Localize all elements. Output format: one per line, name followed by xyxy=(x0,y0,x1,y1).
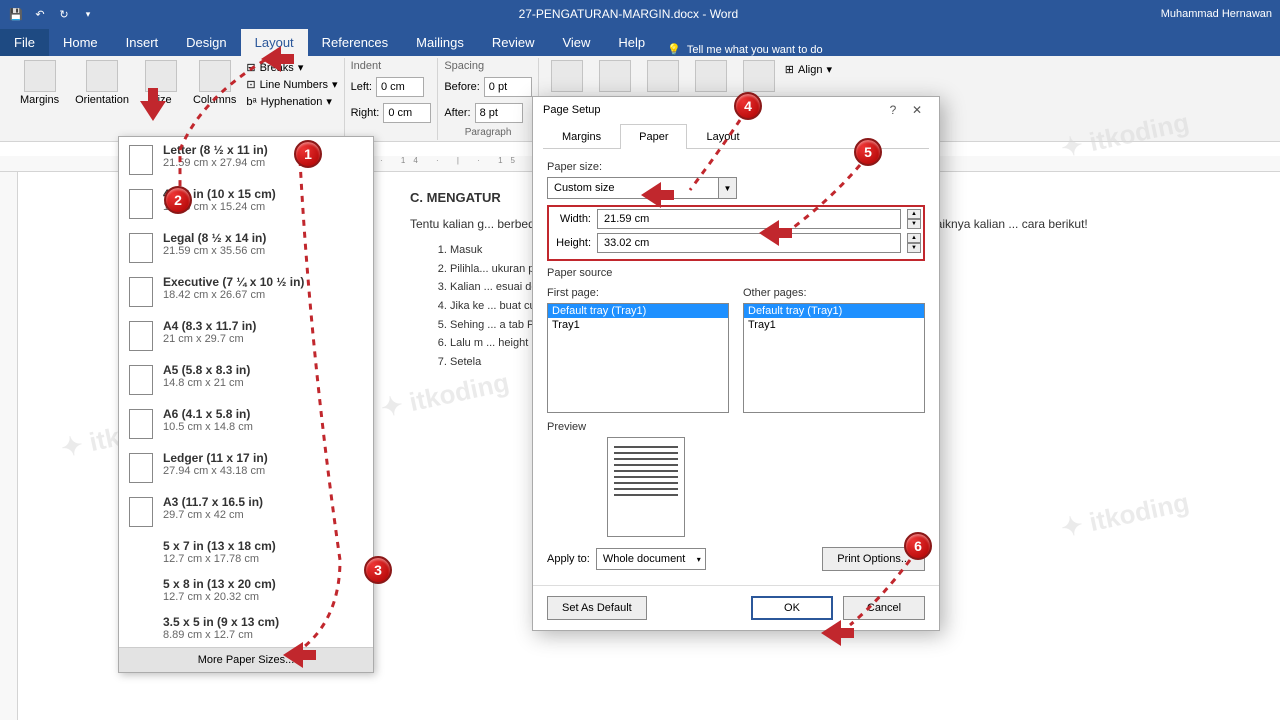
width-label: Width: xyxy=(551,213,591,225)
undo-icon[interactable]: ↶ xyxy=(32,6,48,22)
tab-paper[interactable]: Paper xyxy=(620,124,687,149)
after-label: After: xyxy=(444,107,470,119)
height-down[interactable]: ▼ xyxy=(907,243,921,253)
page-setup-dialog: Page Setup ? ✕ Margins Paper Layout Pape… xyxy=(532,96,940,631)
list-item[interactable]: Tray1 xyxy=(744,318,924,332)
qat-more-icon[interactable]: ▾ xyxy=(80,6,96,22)
menu-references[interactable]: References xyxy=(308,29,402,56)
other-pages-list[interactable]: Default tray (Tray1) Tray1 xyxy=(743,303,925,413)
apply-to-label: Apply to: xyxy=(547,553,590,565)
size-option[interactable]: Legal (8 ½ x 14 in)21.59 cm x 35.56 cm xyxy=(119,225,373,269)
spacing-label: Spacing xyxy=(444,60,484,72)
backward-button[interactable] xyxy=(689,58,733,94)
size-option[interactable]: A5 (5.8 x 8.3 in)14.8 cm x 21 cm xyxy=(119,357,373,401)
margins-button[interactable]: Margins xyxy=(14,58,65,108)
callout-badge-3: 3 xyxy=(364,556,392,584)
menu-view[interactable]: View xyxy=(548,29,604,56)
tab-layout[interactable]: Layout xyxy=(687,124,758,149)
title-bar: 💾 ↶ ↻ ▾ 27-PENGATURAN-MARGIN.docx - Word… xyxy=(0,0,1280,28)
set-default-button[interactable]: Set As Default xyxy=(547,596,647,620)
more-paper-sizes[interactable]: More Paper Sizes... xyxy=(119,647,373,672)
size-option[interactable]: Executive (7 ¼ x 10 ½ in)18.42 cm x 26.6… xyxy=(119,269,373,313)
cancel-button[interactable]: Cancel xyxy=(843,596,925,620)
width-down[interactable]: ▼ xyxy=(907,219,921,229)
redo-icon[interactable]: ↻ xyxy=(56,6,72,22)
size-option[interactable]: Letter (8 ½ x 11 in)21.59 cm x 27.94 cm xyxy=(119,137,373,181)
forward-button[interactable] xyxy=(641,58,685,94)
callout-badge-5: 5 xyxy=(854,138,882,166)
list-item[interactable]: Tray1 xyxy=(548,318,728,332)
tab-margins[interactable]: Margins xyxy=(543,124,620,149)
save-icon[interactable]: 💾 xyxy=(8,6,24,22)
first-page-label: First page: xyxy=(547,287,729,299)
first-page-list[interactable]: Default tray (Tray1) Tray1 xyxy=(547,303,729,413)
line-numbers-button[interactable]: ⊡ Line Numbers ▾ xyxy=(246,77,337,92)
before-label: Before: xyxy=(444,81,479,93)
columns-button[interactable]: Columns xyxy=(187,58,242,108)
vertical-ruler xyxy=(0,172,18,720)
menu-review[interactable]: Review xyxy=(478,29,549,56)
bulb-icon: 💡 xyxy=(667,43,681,56)
height-up[interactable]: ▲ xyxy=(907,233,921,243)
size-option[interactable]: Ledger (11 x 17 in)27.94 cm x 43.18 cm xyxy=(119,445,373,489)
menu-bar: File Home Insert Design Layout Reference… xyxy=(0,28,1280,56)
after-input[interactable] xyxy=(475,103,523,123)
orientation-button[interactable]: Orientation xyxy=(69,58,135,108)
menu-mailings[interactable]: Mailings xyxy=(402,29,478,56)
ok-button[interactable]: OK xyxy=(751,596,833,620)
user-name: Muhammad Hernawan xyxy=(1161,8,1272,20)
size-option[interactable]: A6 (4.1 x 5.8 in)10.5 cm x 14.8 cm xyxy=(119,401,373,445)
wrap-button[interactable] xyxy=(593,58,637,94)
hyphenation-button[interactable]: bᵃ Hyphenation ▾ xyxy=(246,94,337,109)
height-label: Height: xyxy=(551,237,591,249)
close-icon[interactable]: ✕ xyxy=(905,103,929,117)
width-height-highlight: Width:▲▼ Height:▲▼ xyxy=(547,205,925,261)
width-input[interactable] xyxy=(597,209,901,229)
callout-badge-1: 1 xyxy=(294,140,322,168)
menu-help[interactable]: Help xyxy=(604,29,659,56)
menu-design[interactable]: Design xyxy=(172,29,240,56)
list-item[interactable]: Default tray (Tray1) xyxy=(548,304,728,318)
tell-me[interactable]: Tell me what you want to do xyxy=(687,44,823,56)
size-option[interactable]: A4 (8.3 x 11.7 in)21 cm x 29.7 cm xyxy=(119,313,373,357)
indent-left-label: Left: xyxy=(351,81,372,93)
width-up[interactable]: ▲ xyxy=(907,209,921,219)
before-input[interactable] xyxy=(484,77,532,97)
callout-badge-4: 4 xyxy=(734,92,762,120)
size-option[interactable]: A3 (11.7 x 16.5 in)29.7 cm x 42 cm xyxy=(119,489,373,533)
selection-pane-button[interactable] xyxy=(737,58,781,94)
indent-right-label: Right: xyxy=(351,107,380,119)
menu-insert[interactable]: Insert xyxy=(112,29,173,56)
size-option[interactable]: 3.5 x 5 in (9 x 13 cm)8.89 cm x 12.7 cm xyxy=(119,609,373,647)
document-title: 27-PENGATURAN-MARGIN.docx - Word xyxy=(96,7,1161,21)
paper-size-select[interactable]: Custom size xyxy=(547,177,719,199)
size-option[interactable]: 5 x 8 in (13 x 20 cm)12.7 cm x 20.32 cm xyxy=(119,571,373,609)
apply-to-select[interactable]: Whole document xyxy=(596,548,706,570)
menu-home[interactable]: Home xyxy=(49,29,112,56)
indent-label: Indent xyxy=(351,60,382,72)
height-input[interactable] xyxy=(597,233,901,253)
paper-source-label: Paper source xyxy=(547,267,925,279)
size-dropdown: Letter (8 ½ x 11 in)21.59 cm x 27.94 cm4… xyxy=(118,136,374,673)
position-button[interactable] xyxy=(545,58,589,94)
dialog-title: Page Setup xyxy=(543,104,881,116)
indent-left-input[interactable] xyxy=(376,77,424,97)
menu-file[interactable]: File xyxy=(0,29,49,56)
paper-size-arrow[interactable]: ▼ xyxy=(719,177,737,199)
size-option[interactable]: 5 x 7 in (13 x 18 cm)12.7 cm x 17.78 cm xyxy=(119,533,373,571)
indent-right-input[interactable] xyxy=(383,103,431,123)
size-option[interactable]: 4 x 6 in (10 x 15 cm)10.16 cm x 15.24 cm xyxy=(119,181,373,225)
list-item[interactable]: Default tray (Tray1) xyxy=(744,304,924,318)
preview-page xyxy=(607,437,685,537)
callout-badge-2: 2 xyxy=(164,186,192,214)
help-icon[interactable]: ? xyxy=(881,103,905,117)
callout-badge-6: 6 xyxy=(904,532,932,560)
other-pages-label: Other pages: xyxy=(743,287,925,299)
preview-label: Preview xyxy=(547,421,925,433)
paragraph-group-label: Paragraph xyxy=(444,127,531,140)
align-button[interactable]: ⊞ Align ▾ xyxy=(785,62,832,77)
